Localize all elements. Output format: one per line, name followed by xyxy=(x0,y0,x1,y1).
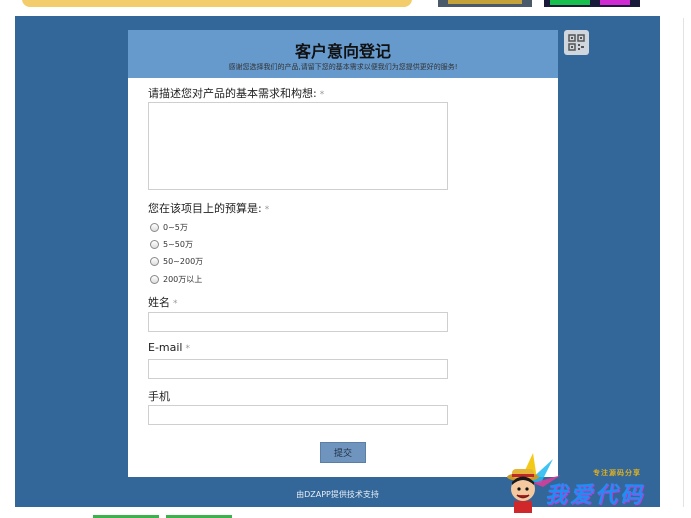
top-ad-banner[interactable] xyxy=(22,0,412,7)
budget-option-label: 50~200万 xyxy=(163,256,204,266)
form-title: 客户意向登记 xyxy=(294,42,391,61)
name-label-text: 姓名 xyxy=(148,296,170,309)
qr-code-button[interactable] xyxy=(564,30,589,55)
radio-button[interactable] xyxy=(150,256,159,266)
email-input[interactable] xyxy=(148,359,448,379)
phone-label: 手机 xyxy=(148,388,170,404)
email-label-text: E-mail xyxy=(148,341,183,354)
top-ad-thumbnail-2[interactable] xyxy=(544,0,640,7)
form-subtitle: 感谢您选择我们的产品,请留下您的基本需求以便我们为您提供更好的服务! xyxy=(228,63,458,71)
budget-option-label: 200万以上 xyxy=(163,274,203,284)
scrollbar-track[interactable] xyxy=(683,18,684,508)
budget-label-text: 您在该项目上的预算是: xyxy=(148,202,262,215)
budget-option-0[interactable]: 0~5万 xyxy=(150,221,188,233)
budget-option-1[interactable]: 5~50万 xyxy=(150,238,193,250)
page: 客户意向登记 感谢您选择我们的产品,请留下您的基本需求以便我们为您提供更好的服务… xyxy=(0,0,691,518)
budget-option-label: 5~50万 xyxy=(163,239,193,249)
needs-textarea[interactable] xyxy=(148,102,448,190)
submit-button[interactable]: 提交 xyxy=(320,442,366,463)
needs-label-text: 请描述您对产品的基本需求和构想: xyxy=(148,87,317,100)
form-card: 客户意向登记 感谢您选择我们的产品,请留下您的基本需求以便我们为您提供更好的服务… xyxy=(128,30,558,477)
budget-option-2[interactable]: 50~200万 xyxy=(150,255,203,267)
qr-code-icon xyxy=(568,34,585,51)
radio-button[interactable] xyxy=(150,274,159,284)
phone-input[interactable] xyxy=(148,405,448,425)
budget-label: 您在该项目上的预算是: * xyxy=(148,200,269,216)
form-header: 客户意向登记 感谢您选择我们的产品,请留下您的基本需求以便我们为您提供更好的服务… xyxy=(128,30,558,78)
required-mark: * xyxy=(185,344,191,354)
required-mark: * xyxy=(264,205,270,215)
radio-button[interactable] xyxy=(150,239,159,249)
phone-label-text: 手机 xyxy=(148,390,170,403)
top-ad-thumbnail-2-fill-b xyxy=(600,0,630,5)
email-label: E-mail * xyxy=(148,341,190,354)
watermark-title: 我爱代码 xyxy=(545,482,646,508)
watermark-logo: 专注源码分享 我爱代码 xyxy=(503,449,683,515)
name-label: 姓名 * xyxy=(148,294,178,310)
required-mark: * xyxy=(319,90,325,100)
right-gutter xyxy=(660,14,691,518)
top-ad-thumbnail-2-fill-a xyxy=(550,0,590,5)
top-ad-thumbnail-fill xyxy=(448,0,522,4)
top-strip xyxy=(0,0,691,14)
name-input[interactable] xyxy=(148,312,448,332)
top-ad-thumbnail[interactable] xyxy=(438,0,532,7)
budget-option-3[interactable]: 200万以上 xyxy=(150,273,202,285)
budget-option-label: 0~5万 xyxy=(163,222,188,232)
required-mark: * xyxy=(173,299,178,309)
needs-label: 请描述您对产品的基本需求和构想: * xyxy=(148,85,324,101)
radio-button[interactable] xyxy=(150,222,159,232)
